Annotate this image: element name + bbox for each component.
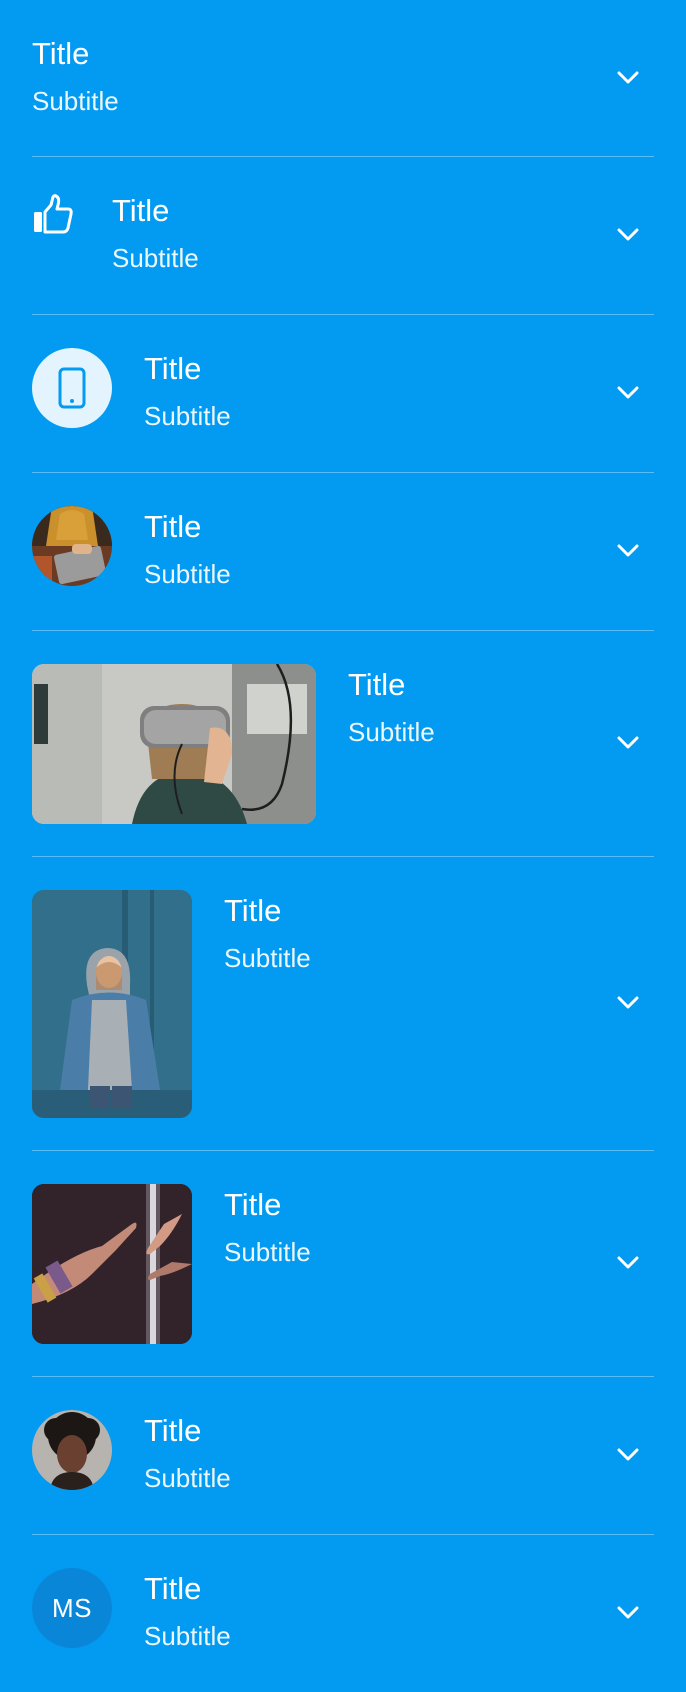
avatar-initials: MS [52,1592,92,1623]
list-item-subtitle: Subtitle [144,559,231,589]
list-item-subtitle: Subtitle [144,401,231,431]
list-item-title: Title [144,1413,202,1448]
list-item-title: Title [144,351,202,386]
list-item-title: Title [348,667,406,702]
chevron-down-icon[interactable] [614,64,642,92]
list-item-text: Title Subtitle [224,1187,311,1267]
initials-avatar: MS [32,1568,112,1648]
list-item-text: Title Subtitle [144,509,231,589]
list-item-title: Title [32,36,90,71]
thumbnail-image [32,890,192,1118]
list-item-subtitle: Subtitle [32,86,119,116]
list-item-text: Title Subtitle [348,667,435,747]
list-item-subtitle: Subtitle [144,1621,231,1651]
chevron-down-icon[interactable] [614,1249,642,1277]
thumbnail-image [32,664,316,824]
list-item-title: Title [224,1187,282,1222]
thumbnail-image [32,1184,192,1344]
list-item-title: Title [112,193,170,228]
list-item-subtitle: Subtitle [112,243,199,273]
chevron-down-icon[interactable] [614,1441,642,1469]
list-item-text: Title Subtitle [32,36,119,116]
chevron-down-icon[interactable] [614,989,642,1017]
thumbs-up-icon [32,193,76,237]
list-item-subtitle: Subtitle [224,943,311,973]
list-item-title: Title [224,893,282,928]
list-item-text: Title Subtitle [112,193,199,273]
avatar [32,506,112,586]
chevron-down-icon[interactable] [614,379,642,407]
list-item[interactable]: Title Subtitle [0,857,686,1151]
list-item[interactable]: Title Subtitle [0,157,686,315]
list-item[interactable]: MS Title Subtitle [0,1535,686,1692]
icon-avatar [32,348,112,428]
list-item-subtitle: Subtitle [224,1237,311,1267]
list-item[interactable]: Title Subtitle [0,1377,686,1535]
list-item-title: Title [144,509,202,544]
list-item[interactable]: Title Subtitle [0,473,686,631]
list-item-text: Title Subtitle [144,1413,231,1493]
list-item[interactable]: Title Subtitle [0,0,686,157]
list-item[interactable]: Title Subtitle [0,631,686,857]
list-item-text: Title Subtitle [224,893,311,973]
list-item-subtitle: Subtitle [348,717,435,747]
list-item-subtitle: Subtitle [144,1463,231,1493]
chevron-down-icon[interactable] [614,1599,642,1627]
chevron-down-icon[interactable] [614,729,642,757]
list-item[interactable]: Title Subtitle [0,1151,686,1377]
list: Title Subtitle Title Subtitle Title Subt… [0,0,686,1692]
chevron-down-icon[interactable] [614,221,642,249]
list-item-text: Title Subtitle [144,1571,231,1651]
chevron-down-icon[interactable] [614,537,642,565]
list-item-text: Title Subtitle [144,351,231,431]
avatar [32,1410,112,1490]
list-item[interactable]: Title Subtitle [0,315,686,473]
list-item-title: Title [144,1571,202,1606]
smartphone-icon [57,366,87,410]
